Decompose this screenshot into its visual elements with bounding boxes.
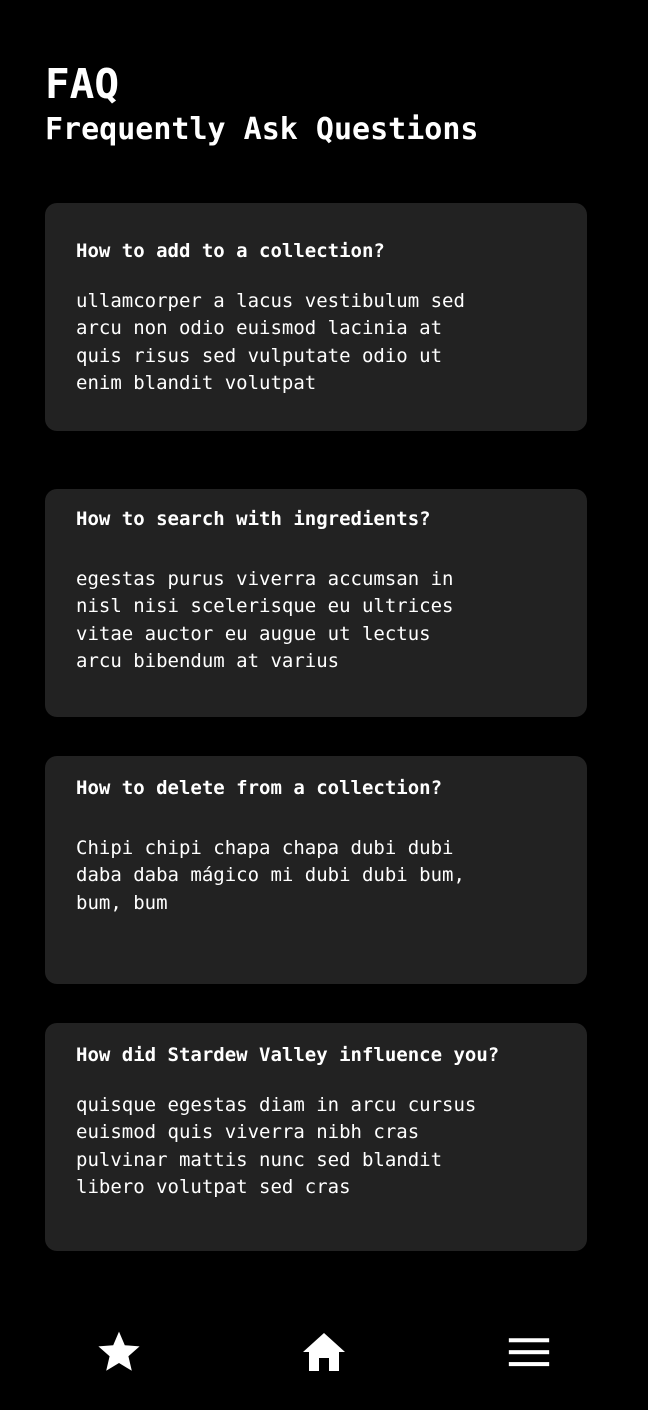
faq-card[interactable]: How did Stardew Valley influence you? qu…: [45, 1023, 587, 1251]
faq-question: How to delete from a collection?: [76, 777, 443, 799]
faq-card[interactable]: How to add to a collection? ullamcorper …: [45, 203, 587, 431]
faq-answer: Chipi chipi chapa chapa dubi dubi daba d…: [76, 837, 465, 914]
star-icon: [98, 1331, 140, 1371]
bottom-nav: [0, 1310, 648, 1400]
favorites-button[interactable]: [89, 1322, 149, 1382]
faq-card[interactable]: How to search with ingredients? egestas …: [45, 489, 587, 717]
faq-question: How did Stardew Valley influence you?: [76, 1044, 500, 1066]
menu-icon: [508, 1338, 550, 1367]
faq-question: How to add to a collection?: [76, 240, 385, 262]
home-button[interactable]: [294, 1322, 354, 1382]
page-header: FAQ Frequently Ask Questions: [45, 58, 478, 150]
faq-answer: quisque egestas diam in arcu cursus euis…: [76, 1094, 477, 1199]
page-subtitle: Frequently Ask Questions: [45, 112, 479, 147]
faq-answer: ullamcorper a lacus vestibulum sed arcu …: [76, 290, 465, 395]
faq-question: How to search with ingredients?: [76, 508, 431, 530]
page-title: FAQ: [45, 60, 120, 108]
home-icon: [303, 1333, 345, 1371]
menu-button[interactable]: [499, 1322, 559, 1382]
faq-card[interactable]: How to delete from a collection? Chipi c…: [45, 756, 587, 984]
faq-answer: egestas purus viverra accumsan in nisl n…: [76, 568, 454, 673]
